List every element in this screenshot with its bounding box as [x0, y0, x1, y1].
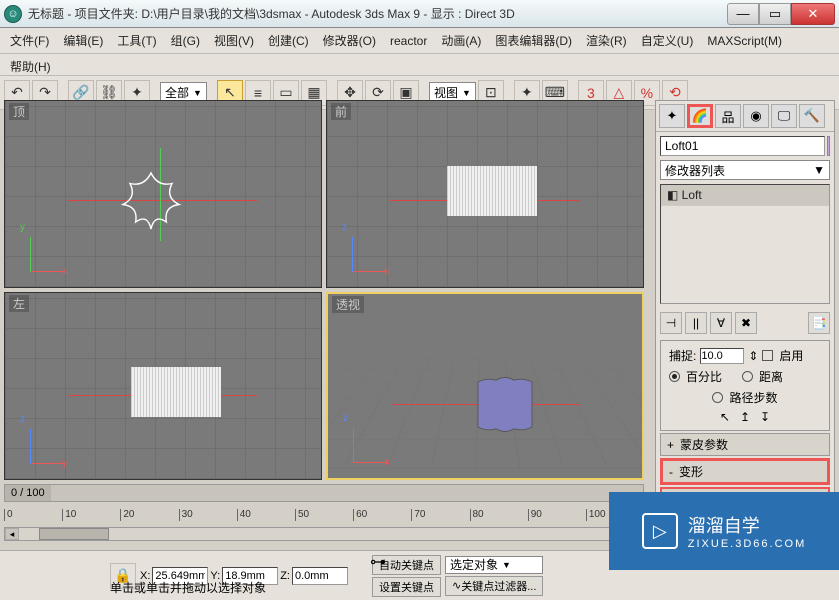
menu-create[interactable]: 创建(C) [266, 30, 311, 51]
remove-mod-button[interactable]: ✖ [735, 312, 757, 334]
key-target-combo[interactable]: 选定对象▼ [445, 556, 543, 574]
menu-modifiers[interactable]: 修改器(O) [321, 30, 378, 51]
pick-path-button[interactable]: ↖ [720, 410, 730, 424]
menu-graph[interactable]: 图表编辑器(D) [493, 30, 574, 51]
menu-custom[interactable]: 自定义(U) [639, 30, 696, 51]
menu-help[interactable]: 帮助(H) [8, 56, 53, 77]
window-title: 无标题 - 项目文件夹: D:\用户目录\我的文档\3dsmax - Autod… [28, 5, 727, 22]
loft-object-icon [447, 166, 537, 216]
viewport-persp-label: 透视 [332, 296, 364, 313]
object-color-swatch[interactable] [827, 136, 830, 156]
command-panel-tabs: ✦ 🌈 品 ◉ 🖵 🔨 [656, 101, 834, 132]
watermark-url: ZIXUE.3D66.COM [688, 538, 806, 550]
set-key-button[interactable]: 设置关键点 [372, 577, 441, 597]
stack-toolbar: ⊣ || ∀ ✖ 📑 [656, 308, 834, 338]
loft-object-icon [131, 367, 221, 417]
percent-radio[interactable] [669, 371, 680, 382]
command-panel: ✦ 🌈 品 ◉ 🖵 🔨 修改器列表▼ ◧ Loft ⊣ || ∀ ✖ 📑 捕捉:… [655, 100, 835, 495]
viewport-front-label: 前 [331, 103, 351, 120]
menu-view[interactable]: 视图(V) [212, 30, 256, 51]
menu-edit[interactable]: 编辑(E) [61, 30, 105, 51]
viewport-left-label: 左 [9, 295, 29, 312]
viewport-left[interactable]: 左 yz [4, 292, 322, 480]
modifier-list-dropdown[interactable]: 修改器列表▼ [660, 160, 830, 180]
tab-create[interactable]: ✦ [659, 104, 685, 128]
prompt-text: 单击或单击并拖动以选择对象 [110, 579, 266, 596]
menu-file[interactable]: 文件(F) [8, 30, 51, 51]
minimize-button[interactable]: — [727, 3, 759, 25]
menu-maxscript[interactable]: MAXScript(M) [705, 32, 784, 50]
tab-hierarchy[interactable]: 品 [715, 104, 741, 128]
menubar: 文件(F) 编辑(E) 工具(T) 组(G) 视图(V) 创建(C) 修改器(O… [0, 28, 839, 54]
axis-tripod-icon: xy [20, 227, 70, 277]
menu-animation[interactable]: 动画(A) [439, 30, 483, 51]
viewport-area: 顶 xy 前 xz 左 yz 透视 [4, 100, 644, 480]
scroll-thumb[interactable] [39, 528, 109, 540]
menubar-row2: 帮助(H) [0, 54, 839, 76]
enable-label: 启用 [779, 347, 803, 364]
menu-reactor[interactable]: reactor [388, 32, 429, 50]
close-button[interactable]: ✕ [791, 3, 835, 25]
play-icon: ▷ [642, 513, 678, 549]
configure-sets-button[interactable]: 📑 [808, 312, 830, 334]
loft-object-3d-icon [460, 364, 550, 434]
time-slider[interactable]: 0 / 100 [4, 484, 644, 502]
loft-shape-icon [116, 166, 186, 236]
tab-utilities[interactable]: 🔨 [799, 104, 825, 128]
pin-stack-button[interactable]: ⊣ [660, 312, 682, 334]
tab-display[interactable]: 🖵 [771, 104, 797, 128]
snap-value-input[interactable] [700, 348, 744, 364]
viewport-front[interactable]: 前 xz [326, 100, 644, 288]
snap-label: 捕捉: [669, 347, 696, 364]
skin-params-rollout[interactable]: +蒙皮参数 [660, 433, 830, 456]
app-icon: ☺ [4, 5, 22, 23]
axis-tripod-icon: xz [343, 418, 393, 468]
distance-label: 距离 [759, 368, 783, 385]
next-step-button[interactable]: ↧ [760, 410, 770, 424]
viewport-perspective[interactable]: 透视 xz [326, 292, 644, 480]
coord-z-label: Z: [280, 570, 290, 582]
percent-label: 百分比 [686, 368, 722, 385]
pathsteps-radio[interactable] [712, 392, 723, 403]
modifier-stack[interactable]: ◧ Loft [660, 184, 830, 304]
coord-z-input[interactable] [292, 567, 348, 585]
watermark: ▷ 溜溜自学 ZIXUE.3D66.COM [609, 492, 839, 570]
key-filters-button[interactable]: ∿ 关键点过滤器... [445, 576, 543, 596]
axis-tripod-icon: yz [20, 419, 70, 469]
track-scrollbar[interactable]: ◂ ▸ [4, 527, 644, 541]
time-ruler: 0 10 20 30 40 50 60 70 80 90 100 [4, 504, 644, 526]
time-range-label: 0 / 100 [5, 485, 51, 501]
viewport-top-label: 顶 [9, 103, 29, 120]
key-icon[interactable]: ⊶ [370, 552, 386, 572]
menu-render[interactable]: 渲染(R) [584, 30, 629, 51]
enable-checkbox[interactable] [762, 350, 773, 361]
deform-rollout[interactable]: -变形 [660, 458, 830, 485]
tab-modify[interactable]: 🌈 [687, 104, 713, 128]
distance-radio[interactable] [742, 371, 753, 382]
menu-group[interactable]: 组(G) [169, 30, 202, 51]
prev-step-button[interactable]: ↥ [740, 410, 750, 424]
show-end-button[interactable]: || [685, 312, 707, 334]
make-unique-button[interactable]: ∀ [710, 312, 732, 334]
menu-tools[interactable]: 工具(T) [115, 30, 158, 51]
tab-motion[interactable]: ◉ [743, 104, 769, 128]
titlebar: ☺ 无标题 - 项目文件夹: D:\用户目录\我的文档\3dsmax - Aut… [0, 0, 839, 28]
axis-tripod-icon: xz [342, 227, 392, 277]
scroll-left-button[interactable]: ◂ [5, 528, 19, 540]
pathsteps-label: 路径步数 [729, 389, 777, 406]
watermark-brand: 溜溜自学 [688, 512, 806, 538]
viewport-top[interactable]: 顶 xy [4, 100, 322, 288]
stack-item-loft[interactable]: ◧ Loft [661, 185, 829, 206]
maximize-button[interactable]: ▭ [759, 3, 791, 25]
object-name-input[interactable] [660, 136, 825, 156]
snapshot-rollout: 捕捉: ⇕ 启用 百分比 距离 路径步数 ↖ ↥ ↧ [660, 340, 830, 431]
